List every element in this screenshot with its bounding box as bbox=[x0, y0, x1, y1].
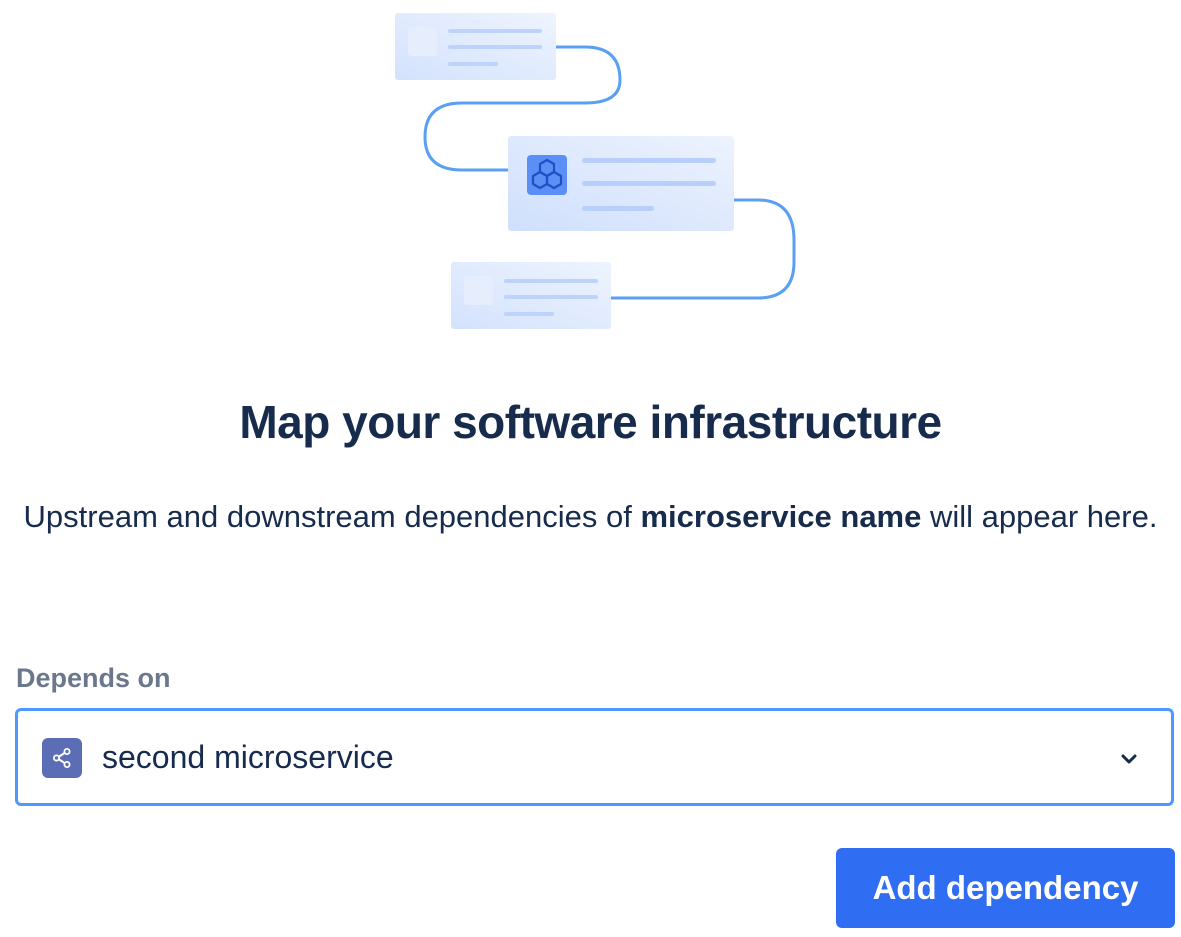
empty-state-description: Upstream and downstream dependencies of … bbox=[20, 492, 1161, 542]
selected-dependency: second microservice bbox=[102, 739, 394, 775]
microservice-name: microservice name bbox=[640, 499, 922, 534]
chevron-down-icon[interactable] bbox=[1117, 747, 1141, 771]
service-card bbox=[451, 262, 611, 329]
service-card-highlighted bbox=[508, 136, 734, 231]
add-dependency-button[interactable]: Add dependency bbox=[836, 848, 1175, 928]
dependency-empty-state: Map your software infrastructure Upstrea… bbox=[0, 0, 1181, 937]
depends-on-select[interactable]: second microservice bbox=[15, 708, 1174, 806]
service-card bbox=[395, 13, 556, 80]
infrastructure-illustration bbox=[395, 13, 796, 329]
share-nodes-icon bbox=[42, 738, 82, 778]
description-prefix: Upstream and downstream dependencies of bbox=[23, 499, 641, 534]
description-suffix: will appear here. bbox=[921, 499, 1158, 534]
page-title: Map your software infrastructure bbox=[239, 396, 942, 448]
depends-on-label: Depends on bbox=[16, 663, 171, 693]
